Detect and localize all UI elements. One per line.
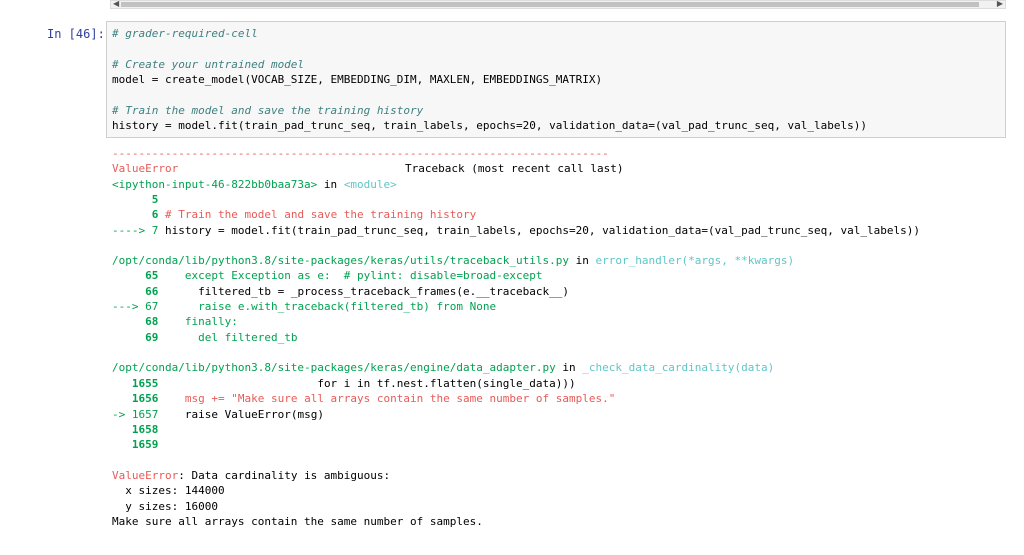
line-code: history = model.fit(train_pad_trunc_seq,… xyxy=(165,224,920,237)
line-number: 7 xyxy=(151,224,159,237)
line-number: 65 xyxy=(145,269,159,282)
scroll-right-icon[interactable]: ▶ xyxy=(997,0,1003,9)
line-marker xyxy=(112,193,152,206)
line-number: 66 xyxy=(145,285,159,298)
line-marker xyxy=(112,392,132,405)
line-number: 1659 xyxy=(131,438,159,451)
line-marker xyxy=(112,377,132,390)
scrollbar-thumb[interactable] xyxy=(121,2,979,7)
code-line[interactable]: # Train the model and save the training … xyxy=(112,103,423,118)
traceback-line: -> 1657 raise ValueError(msg) xyxy=(112,407,324,422)
line-number: 6 xyxy=(151,208,159,221)
line-number: 1656 xyxy=(131,392,159,405)
line-marker xyxy=(112,438,132,451)
error-type: ValueError xyxy=(112,162,179,175)
traceback-line: ---> 67 raise e.with_traceback(filtered_… xyxy=(112,299,496,314)
line-number: 1655 xyxy=(131,377,159,390)
traceback-line: 1656 msg += "Make sure all arrays contai… xyxy=(112,391,615,406)
traceback-header: Traceback (most recent call last) xyxy=(405,162,624,175)
file-path: /opt/conda/lib/python3.8/site-packages/k… xyxy=(112,254,569,267)
in-word: in xyxy=(317,178,344,191)
line-marker xyxy=(112,269,145,282)
traceback-line: 68 finally: xyxy=(112,314,238,329)
input-prompt: In [46]: xyxy=(47,27,105,41)
final-error-text: : Data cardinality is ambiguous: xyxy=(178,469,391,482)
traceback-line: 6 # Train the model and save the trainin… xyxy=(112,207,477,222)
y-sizes-line: y sizes: 16000 xyxy=(112,500,218,513)
horizontal-scrollbar[interactable]: ◀ ▶ xyxy=(110,0,1006,9)
line-marker xyxy=(112,331,145,344)
x-sizes-line: x sizes: 144000 xyxy=(112,484,225,497)
line-marker xyxy=(112,208,152,221)
line-code: raise ValueError(msg) xyxy=(158,408,324,421)
input-reference: <ipython-input-46-822bb0baa73a> xyxy=(112,178,318,191)
line-number: 69 xyxy=(145,331,159,344)
error-message: ValueError: Data cardinality is ambiguou… xyxy=(112,468,390,483)
line-marker xyxy=(112,285,145,298)
module-name: <module> xyxy=(343,178,397,191)
traceback-line: 66 filtered_tb = _process_traceback_fram… xyxy=(112,284,569,299)
line-number: 67 xyxy=(145,300,159,313)
line-marker: -> xyxy=(112,408,132,421)
traceback-line: 65 except Exception as e: # pylint: disa… xyxy=(112,268,542,283)
frame-location: /opt/conda/lib/python3.8/site-packages/k… xyxy=(112,361,775,374)
line-code: raise e.with_traceback(filtered_tb) from… xyxy=(158,300,497,313)
scroll-left-icon[interactable]: ◀ xyxy=(113,0,119,9)
code-line[interactable]: # grader-required-cell xyxy=(112,26,258,41)
file-path: /opt/conda/lib/python3.8/site-packages/k… xyxy=(112,361,556,374)
line-code: filtered_tb = _process_traceback_frames(… xyxy=(158,285,569,298)
frame-location: /opt/conda/lib/python3.8/site-packages/k… xyxy=(112,254,795,267)
code-cell-editor[interactable]: # grader-required-cell # Create your unt… xyxy=(106,21,1006,138)
code-line[interactable]: # Create your untrained model xyxy=(112,57,304,72)
final-advice-line: Make sure all arrays contain the same nu… xyxy=(112,515,483,528)
line-code: except Exception as e: # pylint: disable… xyxy=(158,269,543,282)
line-number: 5 xyxy=(151,193,159,206)
function-name: error_handler(*args, **kwargs) xyxy=(595,254,795,267)
line-marker: ----> xyxy=(112,224,152,237)
line-number: 68 xyxy=(145,315,159,328)
function-name: _check_data_cardinality(data) xyxy=(582,361,775,374)
code-line[interactable]: history = model.fit(train_pad_trunc_seq,… xyxy=(112,118,867,133)
traceback-line: ----> 7 history = model.fit(train_pad_tr… xyxy=(112,223,920,238)
line-code: for i in tf.nest.flatten(single_data))) xyxy=(158,377,576,390)
line-code: finally: xyxy=(158,315,238,328)
line-number: 1657 xyxy=(131,408,159,421)
final-error-type: ValueError xyxy=(112,469,179,482)
traceback-line: 1659 xyxy=(112,437,159,452)
line-code: msg += "Make sure all arrays contain the… xyxy=(158,392,616,405)
traceback-line: 1658 xyxy=(112,422,159,437)
code-line[interactable]: model = create_model(VOCAB_SIZE, EMBEDDI… xyxy=(112,72,602,87)
line-code: # Train the model and save the training … xyxy=(165,208,477,221)
line-code: del filtered_tb xyxy=(158,331,298,344)
frame-location: <ipython-input-46-822bb0baa73a> in <modu… xyxy=(112,177,397,192)
traceback-line: 5 xyxy=(112,192,159,207)
traceback-line: 69 del filtered_tb xyxy=(112,330,297,345)
line-number: 1658 xyxy=(131,423,159,436)
traceback-line: 1655 for i in tf.nest.flatten(single_dat… xyxy=(112,376,576,391)
traceback-separator: ----------------------------------------… xyxy=(112,147,609,160)
line-marker xyxy=(112,423,132,436)
line-marker: ---> xyxy=(112,300,146,313)
line-marker xyxy=(112,315,145,328)
